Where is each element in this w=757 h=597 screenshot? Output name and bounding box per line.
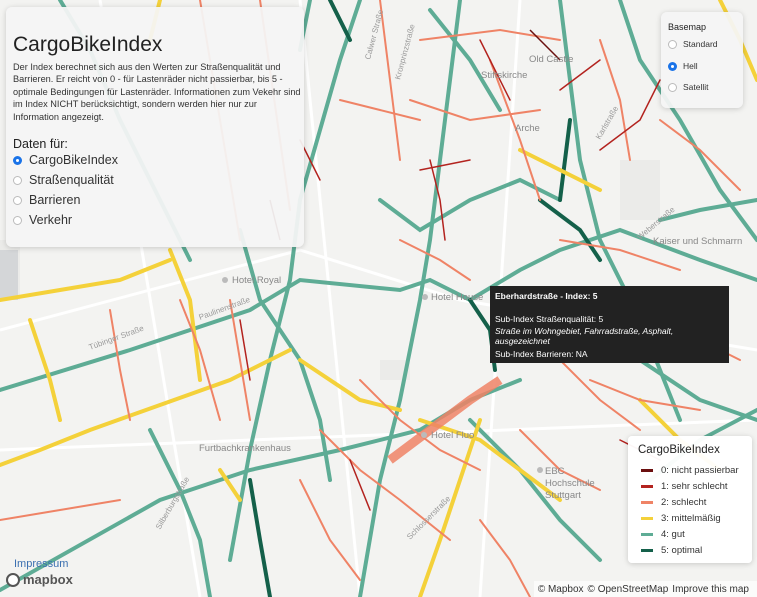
radio-verkehr[interactable]: Verkehr <box>13 211 72 229</box>
radio-checked-icon[interactable] <box>13 155 22 165</box>
data-for-label: Daten für: <box>13 137 68 151</box>
radio-strassenqualitaet[interactable]: Straßenqualität <box>13 171 114 189</box>
legend-label: 2: schlecht <box>661 496 707 508</box>
basemap-option-label: Standard <box>683 39 718 49</box>
radio-unchecked-icon[interactable] <box>13 215 22 225</box>
basemap-option-standard[interactable]: Standard <box>668 37 718 51</box>
mapbox-logo-icon <box>6 572 20 587</box>
radio-label: Verkehr <box>29 213 73 227</box>
legend-swatch <box>641 516 653 520</box>
mapbox-logo-text: mapbox <box>23 572 73 587</box>
basemap-option-label: Satellit <box>683 82 709 92</box>
legend-item-3: 3: mittelmäßig <box>641 511 721 525</box>
map-label-ebc: EBC Hochschule Stuttgart <box>545 466 595 501</box>
tooltip-quality-index: Sub-Index Straßenqualität: 5 <box>495 314 604 324</box>
map-label-stiftskirche: Stiftskirche <box>481 70 528 81</box>
legend-label: 1: sehr schlecht <box>661 480 728 492</box>
basemap-option-label: Hell <box>683 61 698 71</box>
radio-unchecked-icon[interactable] <box>13 195 22 205</box>
mapbox-logo[interactable]: mapbox <box>6 572 73 587</box>
legend-item-4: 4: gut <box>641 527 685 541</box>
basemap-title: Basemap <box>668 22 707 32</box>
legend-swatch <box>641 484 653 488</box>
impressum-link[interactable]: Impressum <box>14 558 68 570</box>
tooltip-quality-detail: Straße im Wohngebiet, Fahrradstraße, Asp… <box>495 326 674 346</box>
info-panel: CargoBikeIndex Der Index berechnet sich … <box>6 7 304 247</box>
radio-cargobikeindex[interactable]: CargoBikeIndex <box>13 151 118 169</box>
basemap-option-satellit[interactable]: Satellit <box>668 80 709 94</box>
map-label-hotel-royal: Hotel Royal <box>232 275 282 286</box>
map-label-kaiser: Kaiser und Schmarrn <box>653 236 743 247</box>
legend-swatch <box>641 500 653 504</box>
radio-label: Straßenqualität <box>29 173 114 187</box>
radio-unchecked-icon[interactable] <box>668 82 677 92</box>
improve-map-link[interactable]: Improve this map <box>672 584 749 595</box>
map-label-arche: Arche <box>515 123 540 134</box>
legend-item-0: 0: nicht passierbar <box>641 463 739 477</box>
index-description: Der Index berechnet sich aus den Werten … <box>13 62 301 122</box>
legend-label: 3: mittelmäßig <box>661 512 721 524</box>
legend-label: 4: gut <box>661 528 685 540</box>
radio-checked-icon[interactable] <box>668 61 677 71</box>
map-label-furtbach: Furtbachkrankenhaus <box>199 443 291 454</box>
map-attribution: © Mapbox © OpenStreetMap Improve this ma… <box>533 581 757 597</box>
map-label-hotel-fluo: Hotel Fluo <box>431 430 475 441</box>
legend-swatch <box>641 468 653 472</box>
legend-panel: CargoBikeIndex 0: nicht passierbar 1: se… <box>628 436 752 563</box>
street-tooltip: Eberhardstraße - Index: 5 Sub-Index Stra… <box>490 286 729 363</box>
map-label-old-castle: Old Castle <box>529 54 574 65</box>
legend-item-5: 5: optimal <box>641 543 702 557</box>
tooltip-street-index: Eberhardstraße - Index: 5 <box>495 291 598 301</box>
tooltip-barrier-index: Sub-Index Barrieren: NA <box>495 349 588 359</box>
basemap-option-hell[interactable]: Hell <box>668 59 698 73</box>
radio-unchecked-icon[interactable] <box>668 39 677 49</box>
legend-swatch <box>641 548 653 552</box>
legend-swatch <box>641 532 653 536</box>
radio-barrieren[interactable]: Barrieren <box>13 191 80 209</box>
legend-item-2: 2: schlecht <box>641 495 706 509</box>
legend-label: 0: nicht passierbar <box>661 464 739 476</box>
panel-title: CargoBikeIndex <box>13 33 163 56</box>
radio-label: Barrieren <box>29 193 81 207</box>
attribution-mapbox-link[interactable]: © Mapbox <box>538 584 584 595</box>
legend-item-1: 1: sehr schlecht <box>641 479 728 493</box>
map-label-hotel-house: Hotel House <box>431 292 484 303</box>
legend-label: 5: optimal <box>661 544 703 556</box>
radio-label: CargoBikeIndex <box>29 153 118 167</box>
radio-unchecked-icon[interactable] <box>13 175 22 185</box>
basemap-panel: Basemap Standard Hell Satellit <box>661 12 743 108</box>
attribution-osm-link[interactable]: © OpenStreetMap <box>588 584 669 595</box>
legend-title: CargoBikeIndex <box>638 444 720 456</box>
